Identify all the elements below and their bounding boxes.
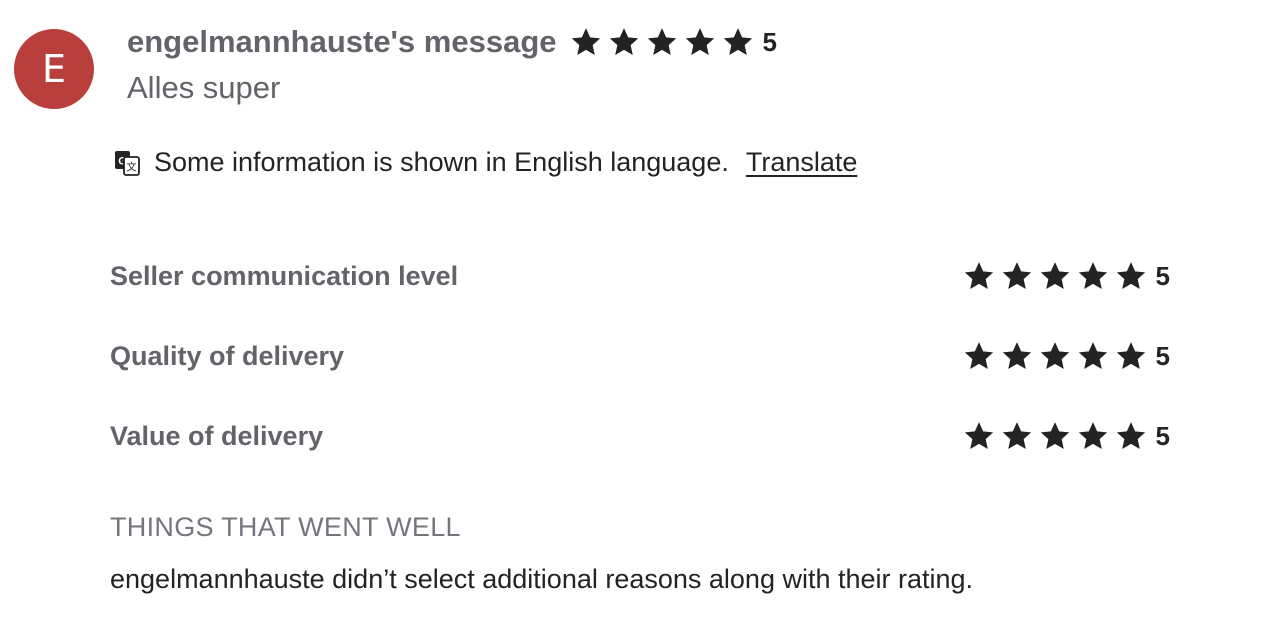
review-rating-stars [569, 25, 759, 59]
star-icon [1114, 419, 1148, 453]
star-icon [1038, 259, 1072, 293]
star-icon [721, 25, 755, 59]
criteria-rating-stars [962, 419, 1152, 453]
star-icon [1038, 419, 1072, 453]
avatar-initial: E [41, 47, 66, 91]
criteria-rating-stars [962, 339, 1152, 373]
review-header: engelmannhauste's message 5 [127, 22, 777, 62]
star-icon [1000, 259, 1034, 293]
star-icon [962, 419, 996, 453]
star-icon [1000, 339, 1034, 373]
star-icon [1114, 259, 1148, 293]
criteria-rating: 5 [962, 339, 1170, 373]
star-icon [1000, 419, 1034, 453]
review-text: Alles super [127, 70, 281, 105]
star-icon [683, 25, 717, 59]
star-icon [1038, 339, 1072, 373]
translate-link[interactable]: Translate [746, 147, 858, 178]
criteria-rating: 5 [962, 419, 1170, 453]
star-icon [962, 339, 996, 373]
criteria-label: Value of delivery [110, 420, 324, 451]
star-icon [1076, 419, 1110, 453]
avatar: E [14, 29, 94, 109]
things-went-well-heading: THINGS THAT WENT WELL [110, 512, 461, 542]
star-icon [1114, 339, 1148, 373]
criteria-rating-value: 5 [1155, 420, 1170, 451]
things-went-well-text: engelmannhauste didn’t select additional… [110, 564, 974, 594]
criteria-label: Seller communication level [110, 260, 459, 291]
criteria-row-seller-communication: Seller communication level 5 [110, 256, 1170, 296]
translate-notice: G 文 Some information is shown in English… [114, 143, 857, 181]
star-icon [645, 25, 679, 59]
criteria-rating-stars [962, 259, 1152, 293]
star-icon [607, 25, 641, 59]
translate-icon: G 文 [114, 148, 142, 176]
criteria-row-value-of-delivery: Value of delivery 5 [110, 416, 1170, 456]
criteria-rating-value: 5 [1155, 260, 1170, 291]
star-icon [1076, 339, 1110, 373]
svg-text:文: 文 [127, 161, 137, 174]
criteria-rating: 5 [962, 259, 1170, 293]
star-icon [962, 259, 996, 293]
criteria-rating-value: 5 [1155, 340, 1170, 371]
star-icon [1076, 259, 1110, 293]
criteria-label: Quality of delivery [110, 340, 345, 371]
review-rating-value: 5 [762, 26, 777, 57]
criteria-row-quality-of-delivery: Quality of delivery 5 [110, 336, 1170, 376]
star-icon [569, 25, 603, 59]
reviewer-title: engelmannhauste's message [127, 24, 557, 59]
translate-message: Some information is shown in English lan… [154, 146, 729, 177]
